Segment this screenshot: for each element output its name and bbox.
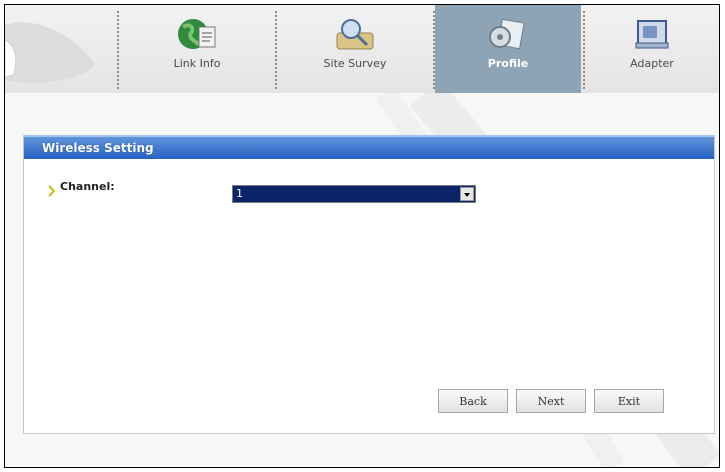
back-button[interactable]: Back xyxy=(438,389,508,413)
adapter-icon xyxy=(630,15,674,53)
channel-select-value: 1 xyxy=(236,187,243,200)
chevron-down-icon[interactable] xyxy=(460,187,474,201)
tab-label: Site Survey xyxy=(323,57,387,70)
profile-icon xyxy=(486,15,530,53)
tab-label: Link Info xyxy=(173,57,221,70)
bullet-arrow-icon xyxy=(48,182,56,197)
tab-profile[interactable]: Profile xyxy=(435,5,581,93)
nav-decoration xyxy=(5,5,117,93)
tab-label: Profile xyxy=(487,57,529,70)
wizard-window: Link Info Site Survey Profile Adapter Wi… xyxy=(4,4,720,468)
next-button[interactable]: Next xyxy=(516,389,586,413)
tab-label: Adapter xyxy=(630,57,674,70)
globe-icon xyxy=(175,15,219,53)
panel-header: Wireless Setting xyxy=(24,135,714,159)
tab-link-info[interactable]: Link Info xyxy=(119,5,275,93)
channel-label: Channel: xyxy=(60,180,115,193)
exit-button[interactable]: Exit xyxy=(594,389,664,413)
tab-adapter[interactable]: Adapter xyxy=(585,5,719,93)
channel-select[interactable]: 1 xyxy=(232,185,476,203)
tab-site-survey[interactable]: Site Survey xyxy=(277,5,433,93)
wireless-setting-panel: Wireless Setting Channel: 1 Back Next Ex… xyxy=(23,135,715,434)
site-survey-icon xyxy=(333,15,377,53)
panel-title: Wireless Setting xyxy=(42,141,154,155)
top-nav: Link Info Site Survey Profile Adapter xyxy=(5,5,719,93)
